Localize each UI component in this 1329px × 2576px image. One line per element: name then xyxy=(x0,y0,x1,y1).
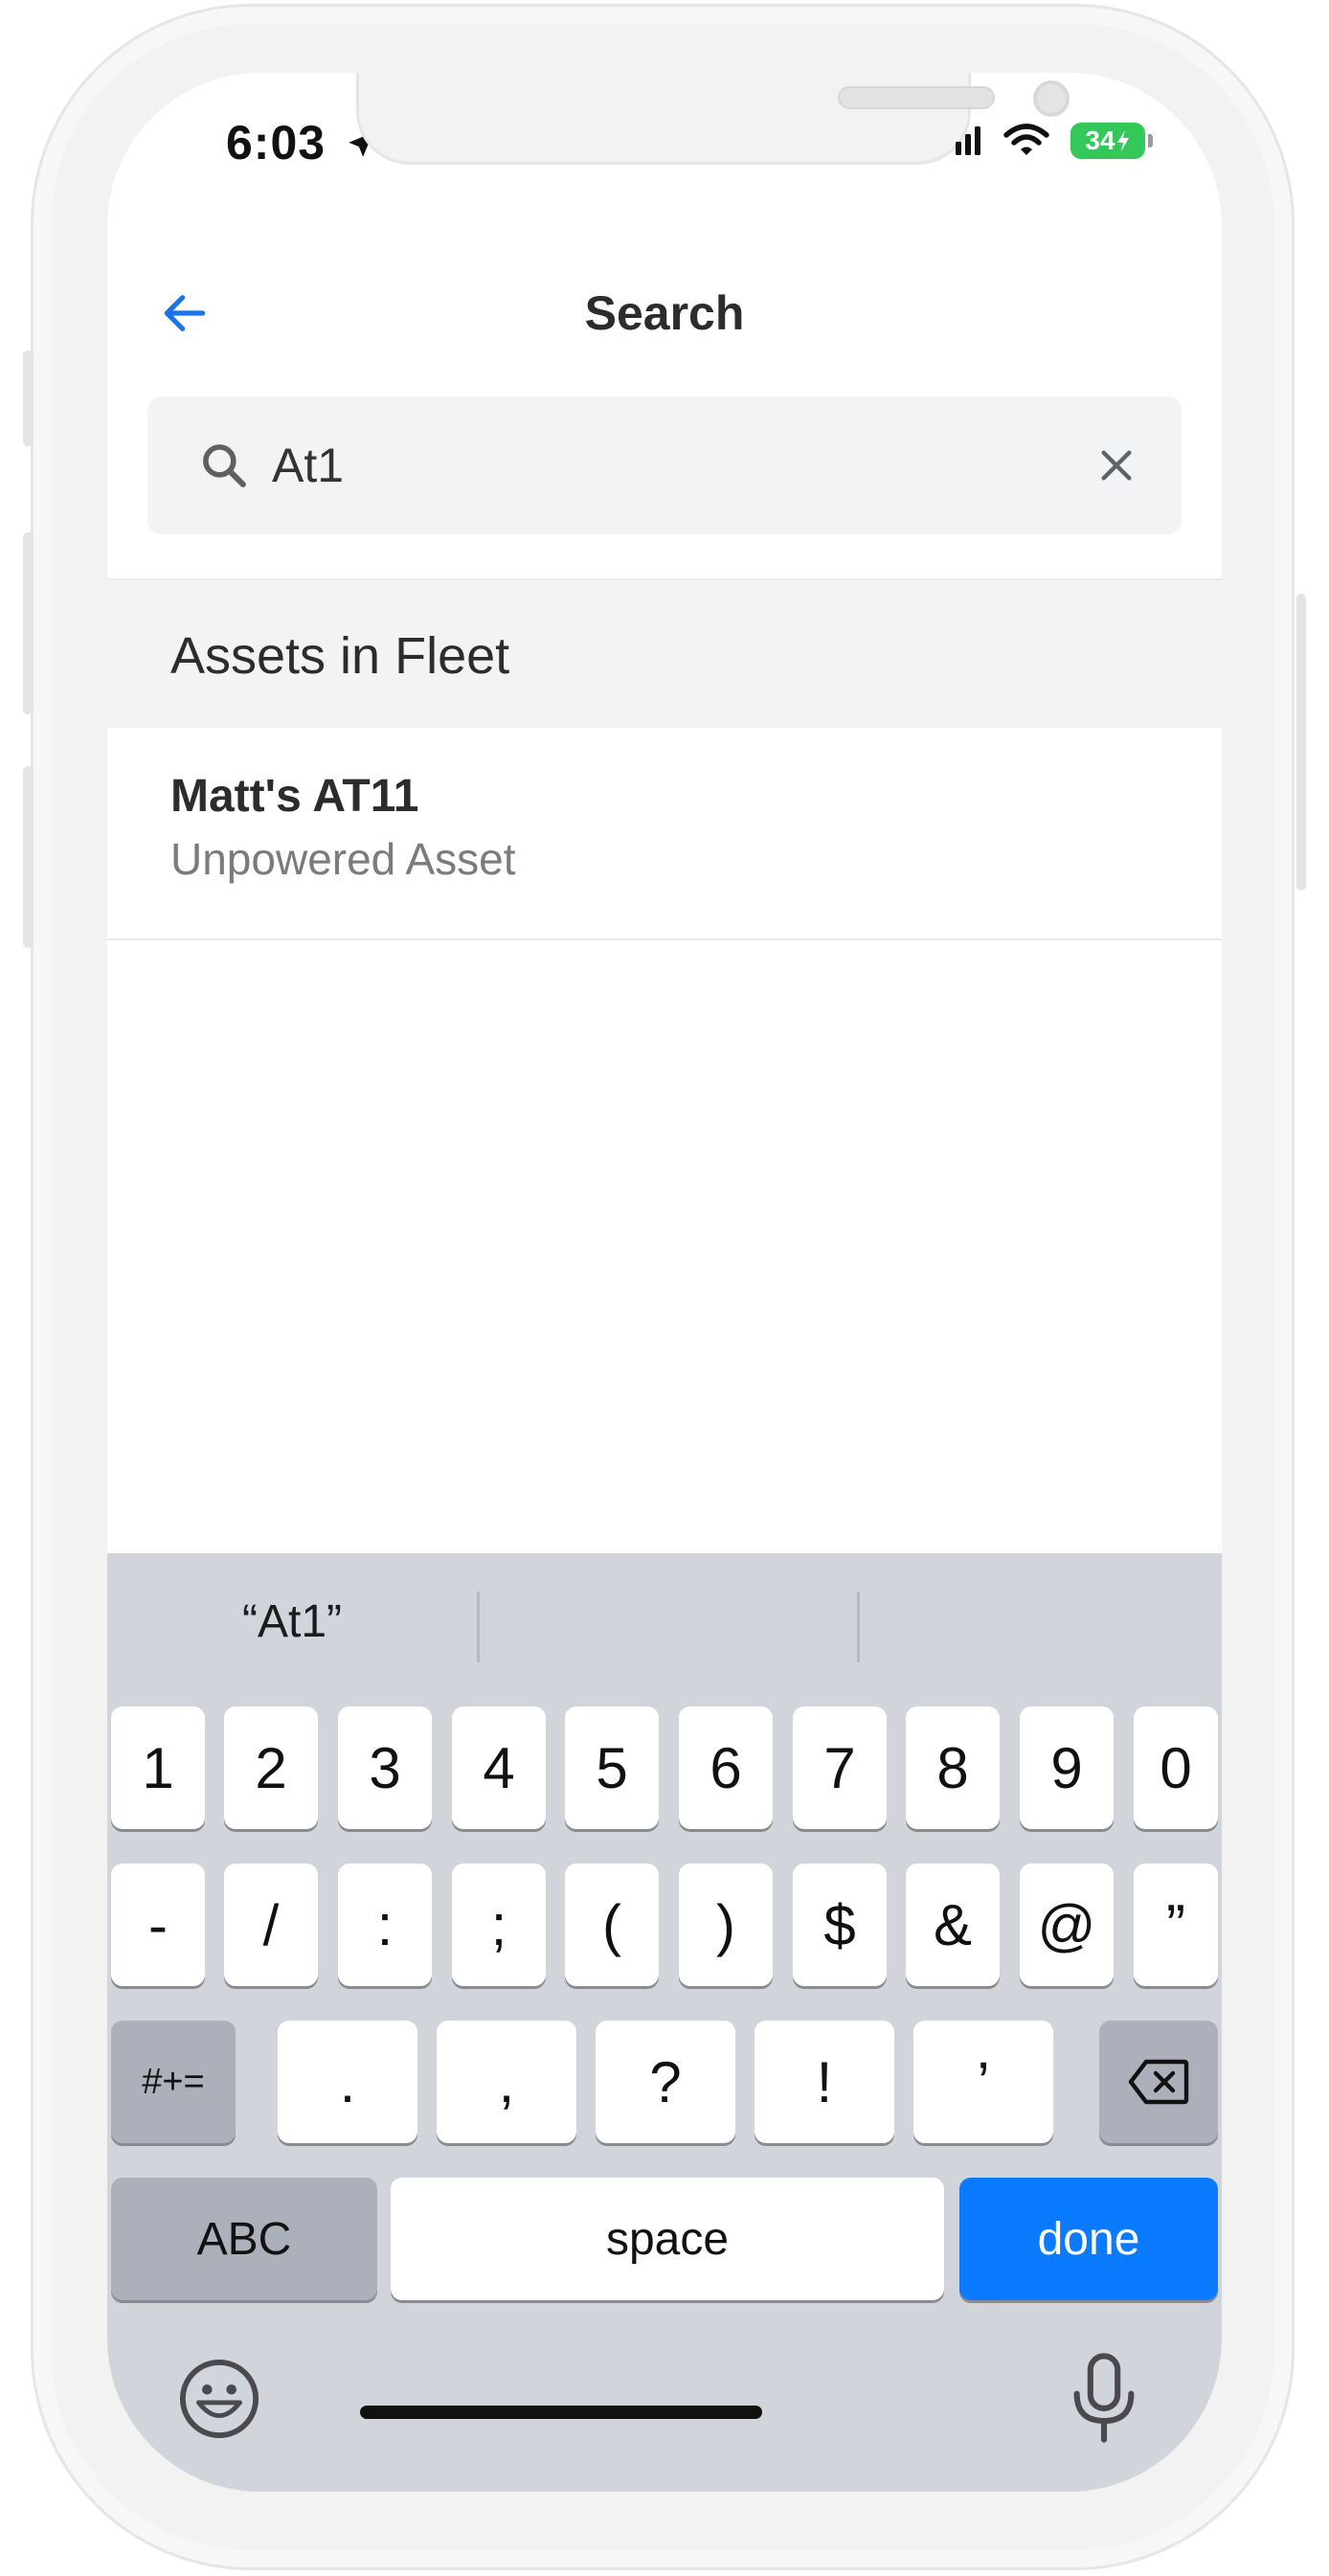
search-bar[interactable] xyxy=(147,396,1182,534)
space-key[interactable]: space xyxy=(391,2178,944,2300)
suggestion-divider xyxy=(477,1592,480,1662)
key-semicolon[interactable]: ; xyxy=(452,1864,546,1986)
search-input[interactable] xyxy=(272,429,1038,502)
power-button xyxy=(1296,594,1306,891)
clear-icon xyxy=(1101,450,1132,481)
emoji-icon[interactable] xyxy=(178,2358,260,2440)
suggestion-bar: “At1” xyxy=(107,1553,1222,1697)
key-8[interactable]: 8 xyxy=(906,1706,1000,1829)
key-0[interactable]: 0 xyxy=(1134,1706,1218,1829)
key-9[interactable]: 9 xyxy=(1020,1706,1114,1829)
key-colon[interactable]: : xyxy=(338,1864,432,1986)
battery-level: 34 xyxy=(1085,125,1115,155)
asset-type: Unpowered Asset xyxy=(170,834,516,884)
status-time: 6:03 xyxy=(226,116,327,169)
microphone-icon[interactable] xyxy=(1070,2352,1138,2444)
symbols-toggle-key[interactable]: #+= xyxy=(111,2021,236,2143)
abc-key[interactable]: ABC xyxy=(111,2178,377,2300)
speaker xyxy=(838,86,995,109)
key-2[interactable]: 2 xyxy=(224,1706,318,1829)
volume-up-button xyxy=(23,532,33,714)
wifi-icon xyxy=(1003,124,1049,155)
status-icons: 34 xyxy=(954,123,1153,159)
key-exclamation[interactable]: ! xyxy=(755,2021,894,2143)
key-dollar[interactable]: $ xyxy=(793,1864,887,1986)
key-at[interactable]: @ xyxy=(1020,1864,1114,1986)
charging-bolt-icon xyxy=(1116,130,1129,151)
screen: 6:03 34 Search At1 Assets in Fleet Matt'… xyxy=(107,73,1222,2492)
backspace-key[interactable] xyxy=(1099,2021,1218,2143)
key-7[interactable]: 7 xyxy=(793,1706,887,1829)
backspace-icon xyxy=(1128,2059,1189,2105)
done-key[interactable]: done xyxy=(959,2178,1218,2300)
signal-icon xyxy=(956,126,980,155)
page-title: Search xyxy=(584,286,745,340)
suggestion-divider xyxy=(857,1592,860,1662)
key-period[interactable]: . xyxy=(278,2021,417,2143)
section-title: Assets in Fleet xyxy=(170,627,510,685)
volume-down-button xyxy=(23,766,33,948)
section-header: Assets in Fleet xyxy=(107,580,1222,728)
list-item[interactable]: Matt's AT11 Unpowered Asset xyxy=(107,728,1222,938)
key-4[interactable]: 4 xyxy=(452,1706,546,1829)
notch xyxy=(356,73,1070,165)
search-icon xyxy=(203,444,246,487)
home-indicator xyxy=(360,2406,762,2419)
mute-switch xyxy=(23,350,33,446)
key-question[interactable]: ? xyxy=(596,2021,735,2143)
key-ampersand[interactable]: & xyxy=(906,1864,1000,1986)
key-6[interactable]: 6 xyxy=(679,1706,773,1829)
asset-name: Matt's AT11 xyxy=(170,771,419,822)
key-close-paren[interactable]: ) xyxy=(679,1864,773,1986)
key-hyphen[interactable]: - xyxy=(111,1864,205,1986)
key-3[interactable]: 3 xyxy=(338,1706,432,1829)
keyboard: “At1” 1 2 3 4 5 6 7 8 9 0 - / : ; ( ) $ … xyxy=(107,1553,1222,2492)
divider xyxy=(107,938,1222,940)
key-quote[interactable]: ” xyxy=(1134,1864,1218,1986)
key-5[interactable]: 5 xyxy=(565,1706,659,1829)
clear-search-button[interactable] xyxy=(1090,439,1143,492)
key-open-paren[interactable]: ( xyxy=(565,1864,659,1986)
suggestion-1[interactable]: “At1” xyxy=(107,1595,477,1648)
front-camera xyxy=(1033,80,1070,117)
key-1[interactable]: 1 xyxy=(111,1706,205,1829)
key-apostrophe[interactable]: ’ xyxy=(913,2021,1053,2143)
key-slash[interactable]: / xyxy=(224,1864,318,1986)
key-comma[interactable]: , xyxy=(437,2021,576,2143)
battery-icon: 34 xyxy=(1070,123,1153,159)
